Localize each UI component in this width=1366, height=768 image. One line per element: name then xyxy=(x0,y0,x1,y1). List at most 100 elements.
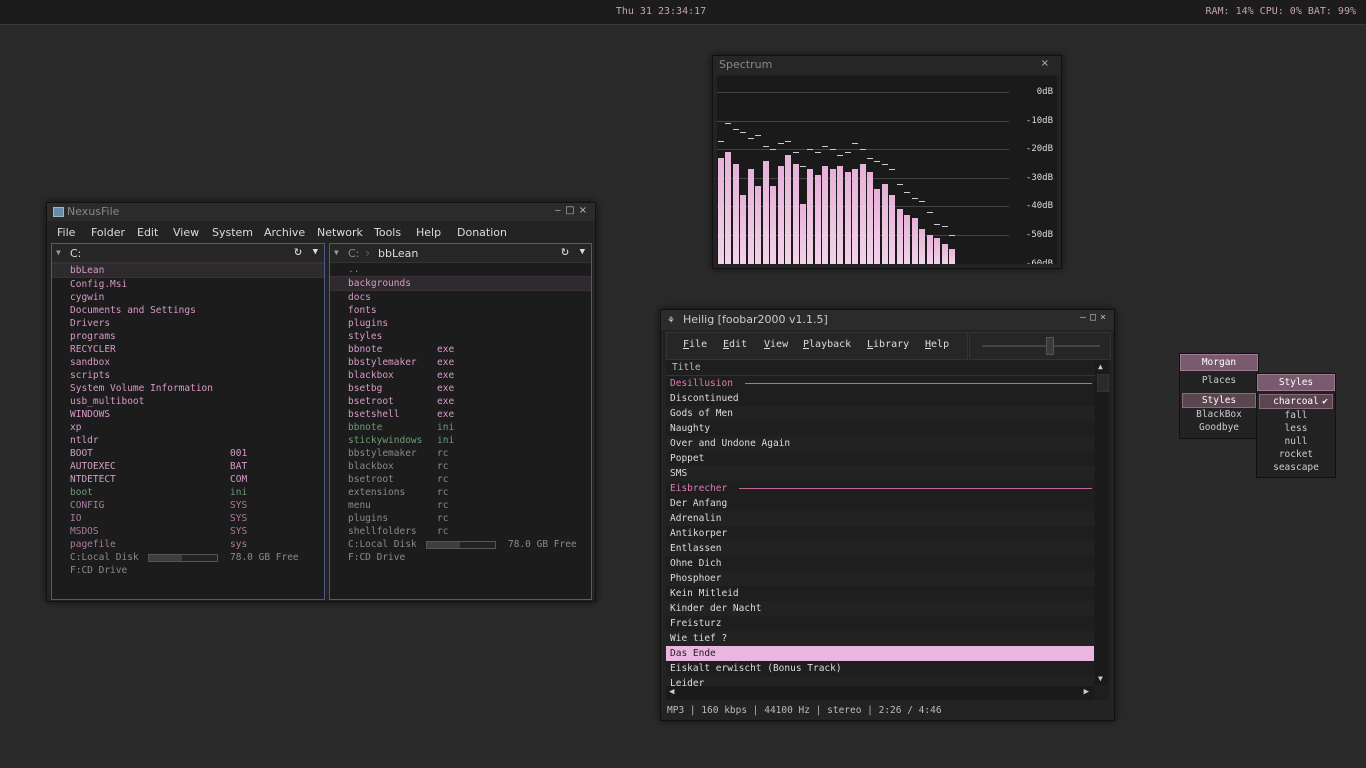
cd-row[interactable]: F:CD Drive xyxy=(330,551,591,564)
playlist-track[interactable]: Gods of Men xyxy=(666,406,1094,421)
file-row[interactable]: bsetbg exe xyxy=(330,382,591,395)
file-row[interactable]: styles xyxy=(330,330,591,343)
file-row[interactable]: MSDOS SYS xyxy=(52,525,324,538)
file-row[interactable]: scripts xyxy=(52,369,324,382)
menu-library[interactable]: Library xyxy=(867,339,909,350)
style-item-null[interactable]: null xyxy=(1257,435,1335,448)
file-row[interactable]: blackbox exe xyxy=(330,369,591,382)
menu-item-blackbox[interactable]: BlackBox xyxy=(1180,408,1258,421)
scroll-left-icon[interactable]: ◀ xyxy=(669,687,674,697)
window-controls[interactable]: ‒□× xyxy=(1080,312,1110,323)
menu-folder[interactable]: Folder xyxy=(91,226,125,239)
playlist-track[interactable]: Kinder der Nacht xyxy=(666,601,1094,616)
menu-archive[interactable]: Archive xyxy=(264,226,305,239)
right-drive[interactable]: C: xyxy=(348,247,359,260)
minimize-icon[interactable]: ‒ xyxy=(555,205,565,216)
refresh-icon[interactable]: ↻ xyxy=(561,244,569,259)
menu-file[interactable]: File xyxy=(683,339,707,350)
disk-row[interactable]: C:Local Disk 78.0 GB Free xyxy=(52,551,324,564)
refresh-icon[interactable]: ↻ xyxy=(294,244,302,259)
file-row[interactable]: Drivers xyxy=(52,317,324,330)
playlist-header[interactable]: Title xyxy=(666,360,1096,376)
column-title[interactable]: Title xyxy=(672,362,701,373)
menu-edit[interactable]: Edit xyxy=(137,226,158,239)
file-row[interactable]: IO SYS xyxy=(52,512,324,525)
file-row[interactable]: bbLean xyxy=(52,263,324,278)
menu-tools[interactable]: Tools xyxy=(374,226,401,239)
file-row[interactable]: menu rc xyxy=(330,499,591,512)
playlist-track[interactable]: Ohne Dich xyxy=(666,556,1094,571)
file-row[interactable]: blackbox rc xyxy=(330,460,591,473)
file-row[interactable]: plugins rc xyxy=(330,512,591,525)
style-item-charcoal[interactable]: charcoal ✔ xyxy=(1259,394,1333,409)
playlist-track[interactable]: Over and Undone Again xyxy=(666,436,1094,451)
menu-donation[interactable]: Donation xyxy=(457,226,507,239)
left-drive[interactable]: C: xyxy=(70,247,81,260)
dropdown-icon[interactable]: ▼ xyxy=(580,247,585,257)
file-row[interactable]: fonts xyxy=(330,304,591,317)
file-row[interactable]: bbstylemaker exe xyxy=(330,356,591,369)
file-row[interactable]: programs xyxy=(52,330,324,343)
scroll-thumb[interactable] xyxy=(1097,374,1109,392)
playlist-track[interactable]: Eiskalt erwischt (Bonus Track) xyxy=(666,661,1094,676)
file-row[interactable]: backgrounds xyxy=(330,276,591,291)
minimize-icon[interactable]: ‒ xyxy=(1080,312,1090,323)
playlist-group-header[interactable]: Desillusion xyxy=(666,376,1094,391)
file-row[interactable]: WINDOWS xyxy=(52,408,324,421)
file-row[interactable]: Config.Msi xyxy=(52,278,324,291)
menu-view[interactable]: View xyxy=(764,339,788,350)
playlist-track[interactable]: Das Ende xyxy=(666,646,1094,661)
maximize-icon[interactable]: □ xyxy=(1090,312,1100,323)
scroll-right-icon[interactable]: ▶ xyxy=(1084,687,1089,697)
file-row[interactable]: System Volume Information xyxy=(52,382,324,395)
playlist-track[interactable]: SMS xyxy=(666,466,1094,481)
nexusfile-titlebar[interactable]: NexusFile ‒□× xyxy=(47,203,595,221)
vertical-scrollbar[interactable]: ▲ ▼ xyxy=(1095,360,1109,685)
file-row[interactable]: boot ini xyxy=(52,486,324,499)
menu-view[interactable]: View xyxy=(173,226,199,239)
style-item-seascape[interactable]: seascape xyxy=(1257,461,1335,474)
file-row[interactable]: ntldr xyxy=(52,434,324,447)
file-row[interactable]: bsetshell exe xyxy=(330,408,591,421)
playlist-track[interactable]: Antikorper xyxy=(666,526,1094,541)
horizontal-scrollbar[interactable]: ◀ ▶ xyxy=(666,686,1094,700)
file-row[interactable]: NTDETECT COM xyxy=(52,473,324,486)
cd-row[interactable]: F:CD Drive xyxy=(52,564,324,577)
file-row[interactable]: bsetroot exe xyxy=(330,395,591,408)
seek-track[interactable] xyxy=(982,345,1100,347)
file-row[interactable]: docs xyxy=(330,291,591,304)
playlist-track[interactable]: Phosphoer xyxy=(666,571,1094,586)
collapse-icon[interactable]: ▼ xyxy=(56,248,61,257)
playlist-track[interactable]: Kein Mitleid xyxy=(666,586,1094,601)
file-row[interactable]: bbnote ini xyxy=(330,421,591,434)
file-row[interactable]: sandbox xyxy=(52,356,324,369)
spectrum-titlebar[interactable]: Spectrum × xyxy=(713,56,1061,74)
style-item-rocket[interactable]: rocket xyxy=(1257,448,1335,461)
file-row[interactable]: bbstylemaker rc xyxy=(330,447,591,460)
file-row[interactable]: shellfolders rc xyxy=(330,525,591,538)
file-row[interactable]: bsetroot rc xyxy=(330,473,591,486)
playlist-track[interactable]: Poppet xyxy=(666,451,1094,466)
seek-bar[interactable] xyxy=(969,332,1111,360)
file-row[interactable]: Documents and Settings xyxy=(52,304,324,317)
style-item-less[interactable]: less xyxy=(1257,422,1335,435)
file-row[interactable]: CONFIG SYS xyxy=(52,499,324,512)
right-file-pane[interactable]: ▼ C: › bbLean ↻ ▼ .. backgrounds docs fonts… xyxy=(329,243,592,600)
menu-item-styles[interactable]: Styles xyxy=(1182,393,1256,408)
scroll-up-icon[interactable]: ▲ xyxy=(1098,362,1103,371)
close-icon[interactable]: × xyxy=(1100,312,1110,323)
menu-file[interactable]: File xyxy=(57,226,75,239)
style-item-fall[interactable]: fall xyxy=(1257,409,1335,422)
menu-item-places[interactable]: Places xyxy=(1180,374,1258,387)
menu-help[interactable]: Help xyxy=(416,226,441,239)
playlist-track[interactable]: Adrenalin xyxy=(666,511,1094,526)
file-row[interactable]: bbnote exe xyxy=(330,343,591,356)
scroll-down-icon[interactable]: ▼ xyxy=(1098,674,1103,683)
close-icon[interactable]: × xyxy=(579,205,591,216)
file-row[interactable]: pagefile sys xyxy=(52,538,324,551)
menu-edit[interactable]: Edit xyxy=(723,339,747,350)
file-row[interactable]: usb_multiboot xyxy=(52,395,324,408)
collapse-icon[interactable]: ▼ xyxy=(334,248,339,257)
menu-system[interactable]: System xyxy=(212,226,253,239)
seek-knob[interactable] xyxy=(1046,337,1055,355)
